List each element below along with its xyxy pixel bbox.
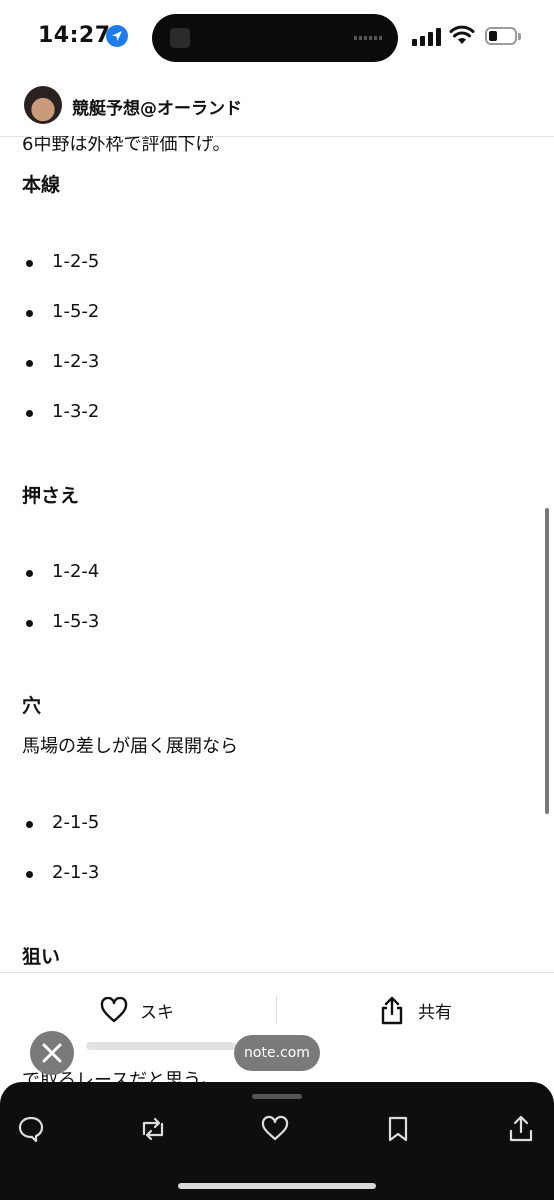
wifi-icon [449, 25, 475, 44]
divider [276, 995, 277, 1023]
status-bar: 14:27 [0, 0, 554, 76]
list-item: 1-5-2 [26, 301, 99, 322]
close-button[interactable] [30, 1031, 74, 1075]
list-item: 1-2-5 [26, 251, 99, 272]
section-heading: 穴 [22, 695, 42, 717]
section-heading: 押さえ [22, 485, 80, 507]
article-text-line: 6中野は外枠で評価下げ。 [22, 136, 231, 155]
bottom-toolbar [0, 1082, 554, 1200]
share-label: 共有 [418, 1002, 452, 1023]
list-item: 2-1-5 [26, 812, 99, 833]
like-label: スキ [140, 1002, 174, 1023]
avatar[interactable] [24, 86, 62, 124]
article-body: 6中野は外枠で評価下げ。 本線 1-2-5 1-5-2 1-2-3 1-3-2 … [0, 136, 554, 972]
list-item: 1-3-2 [26, 401, 99, 422]
account-name[interactable]: 競艇予想@オーランド [72, 94, 242, 119]
battery-icon [485, 27, 521, 45]
speaker-icon [170, 28, 190, 48]
share-icon[interactable] [506, 1114, 536, 1144]
like-button[interactable]: スキ [100, 995, 174, 1025]
repost-icon[interactable] [138, 1114, 168, 1144]
close-icon [42, 1043, 62, 1063]
section-heading: 狙い [22, 946, 61, 968]
activity-dots [354, 36, 382, 40]
scrollbar[interactable] [545, 508, 549, 814]
list-item: 1-2-4 [26, 561, 99, 582]
paragraph: 馬場の差しが届く展開なら [22, 736, 238, 757]
domain-pill[interactable]: note.com [234, 1035, 320, 1071]
obscured-text [86, 1042, 236, 1050]
dynamic-island [152, 14, 398, 62]
bookmark-icon[interactable] [383, 1114, 413, 1144]
sheet-grabber[interactable] [252, 1094, 302, 1099]
account-header: 競艇予想@オーランド [0, 76, 554, 137]
location-arrow-icon [106, 25, 128, 47]
status-time: 14:27 [38, 23, 111, 48]
cellular-signal-icon [412, 28, 442, 46]
list-item: 1-5-3 [26, 611, 99, 632]
share-button[interactable]: 共有 [380, 993, 452, 1027]
heart-icon [100, 997, 128, 1023]
share-icon [381, 996, 403, 1025]
list-item: 1-2-3 [26, 351, 99, 372]
comment-icon[interactable] [16, 1114, 46, 1144]
heart-icon[interactable] [260, 1114, 290, 1144]
section-heading: 本線 [22, 174, 61, 196]
list-item: 2-1-3 [26, 862, 99, 883]
home-indicator[interactable] [178, 1183, 376, 1189]
